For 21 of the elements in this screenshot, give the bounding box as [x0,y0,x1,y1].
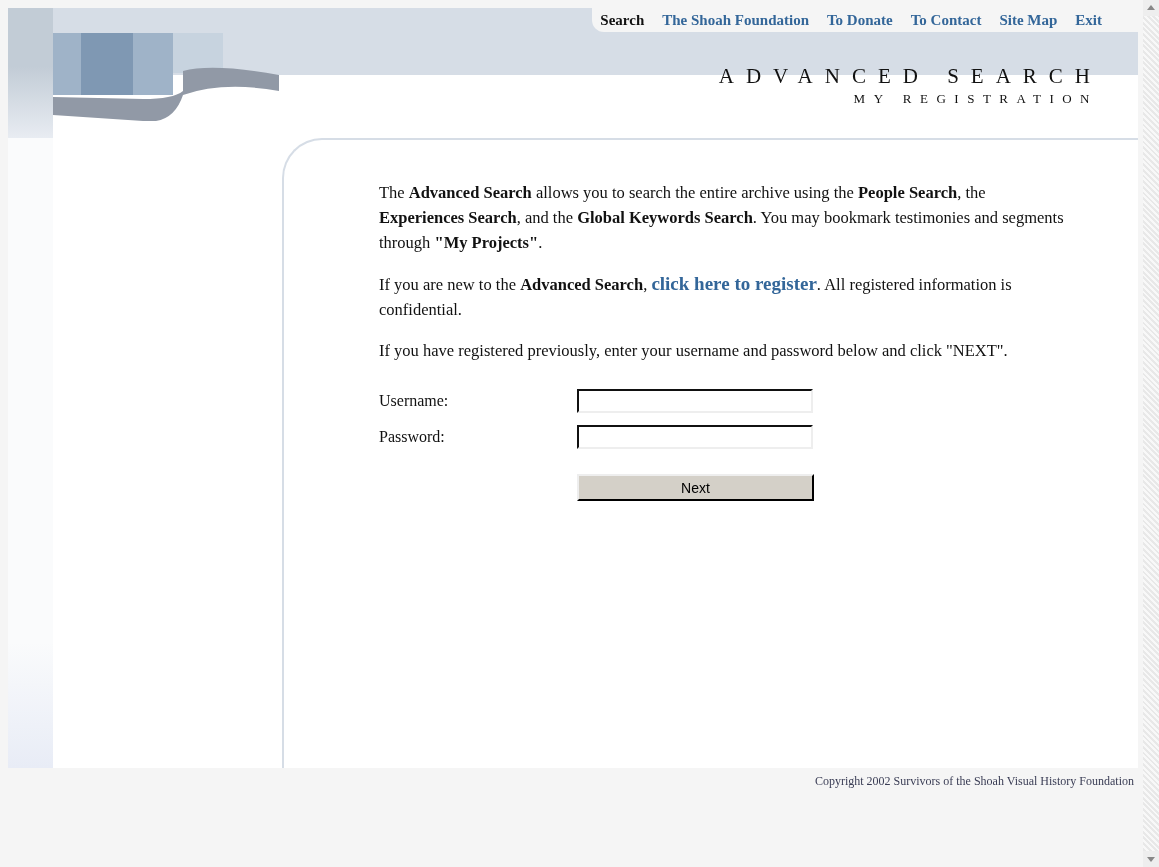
input-field[interactable] [577,425,813,449]
nav-link[interactable]: To Contact [910,11,982,29]
page-subtitle: MY REGISTRATION [852,91,1098,107]
nav-link[interactable]: To Donate [827,11,893,29]
nav-link[interactable]: The Shoah Foundation [662,11,809,29]
nav-link[interactable]: Site Map [999,11,1058,29]
register-text: If you are new to the Advanced Search, click here to register. All registered information is confidential. [379,272,1013,321]
scrollbar[interactable] [1143,0,1159,867]
page-title: ADVANCED SEARCH [718,64,1102,89]
instruction-text: If you have registered previously, enter your username and password below and click "NEXT". [379,340,1009,362]
copyright-text: Copyright 2002 Survivors of the Shoah Visual History Foundation [814,774,1134,790]
register-link[interactable]: click here to register [651,273,817,294]
nav-current[interactable]: Search [600,11,645,29]
scroll-up-icon[interactable] [1143,0,1159,16]
intro-text: The Advanced Search allows you to search the entire archive using the People Search, the Experiences Search, and the Global Keywords Search. You may bookmark testimonies and segments through "My Projects". [379,182,1064,254]
field-label: Password: [379,428,446,446]
scroll-down-icon[interactable] [1143,851,1159,867]
next-button[interactable]: Next [577,474,814,501]
input-field[interactable] [577,389,813,413]
nav-link[interactable]: Exit [1075,11,1102,29]
field-label: Username: [379,392,450,410]
